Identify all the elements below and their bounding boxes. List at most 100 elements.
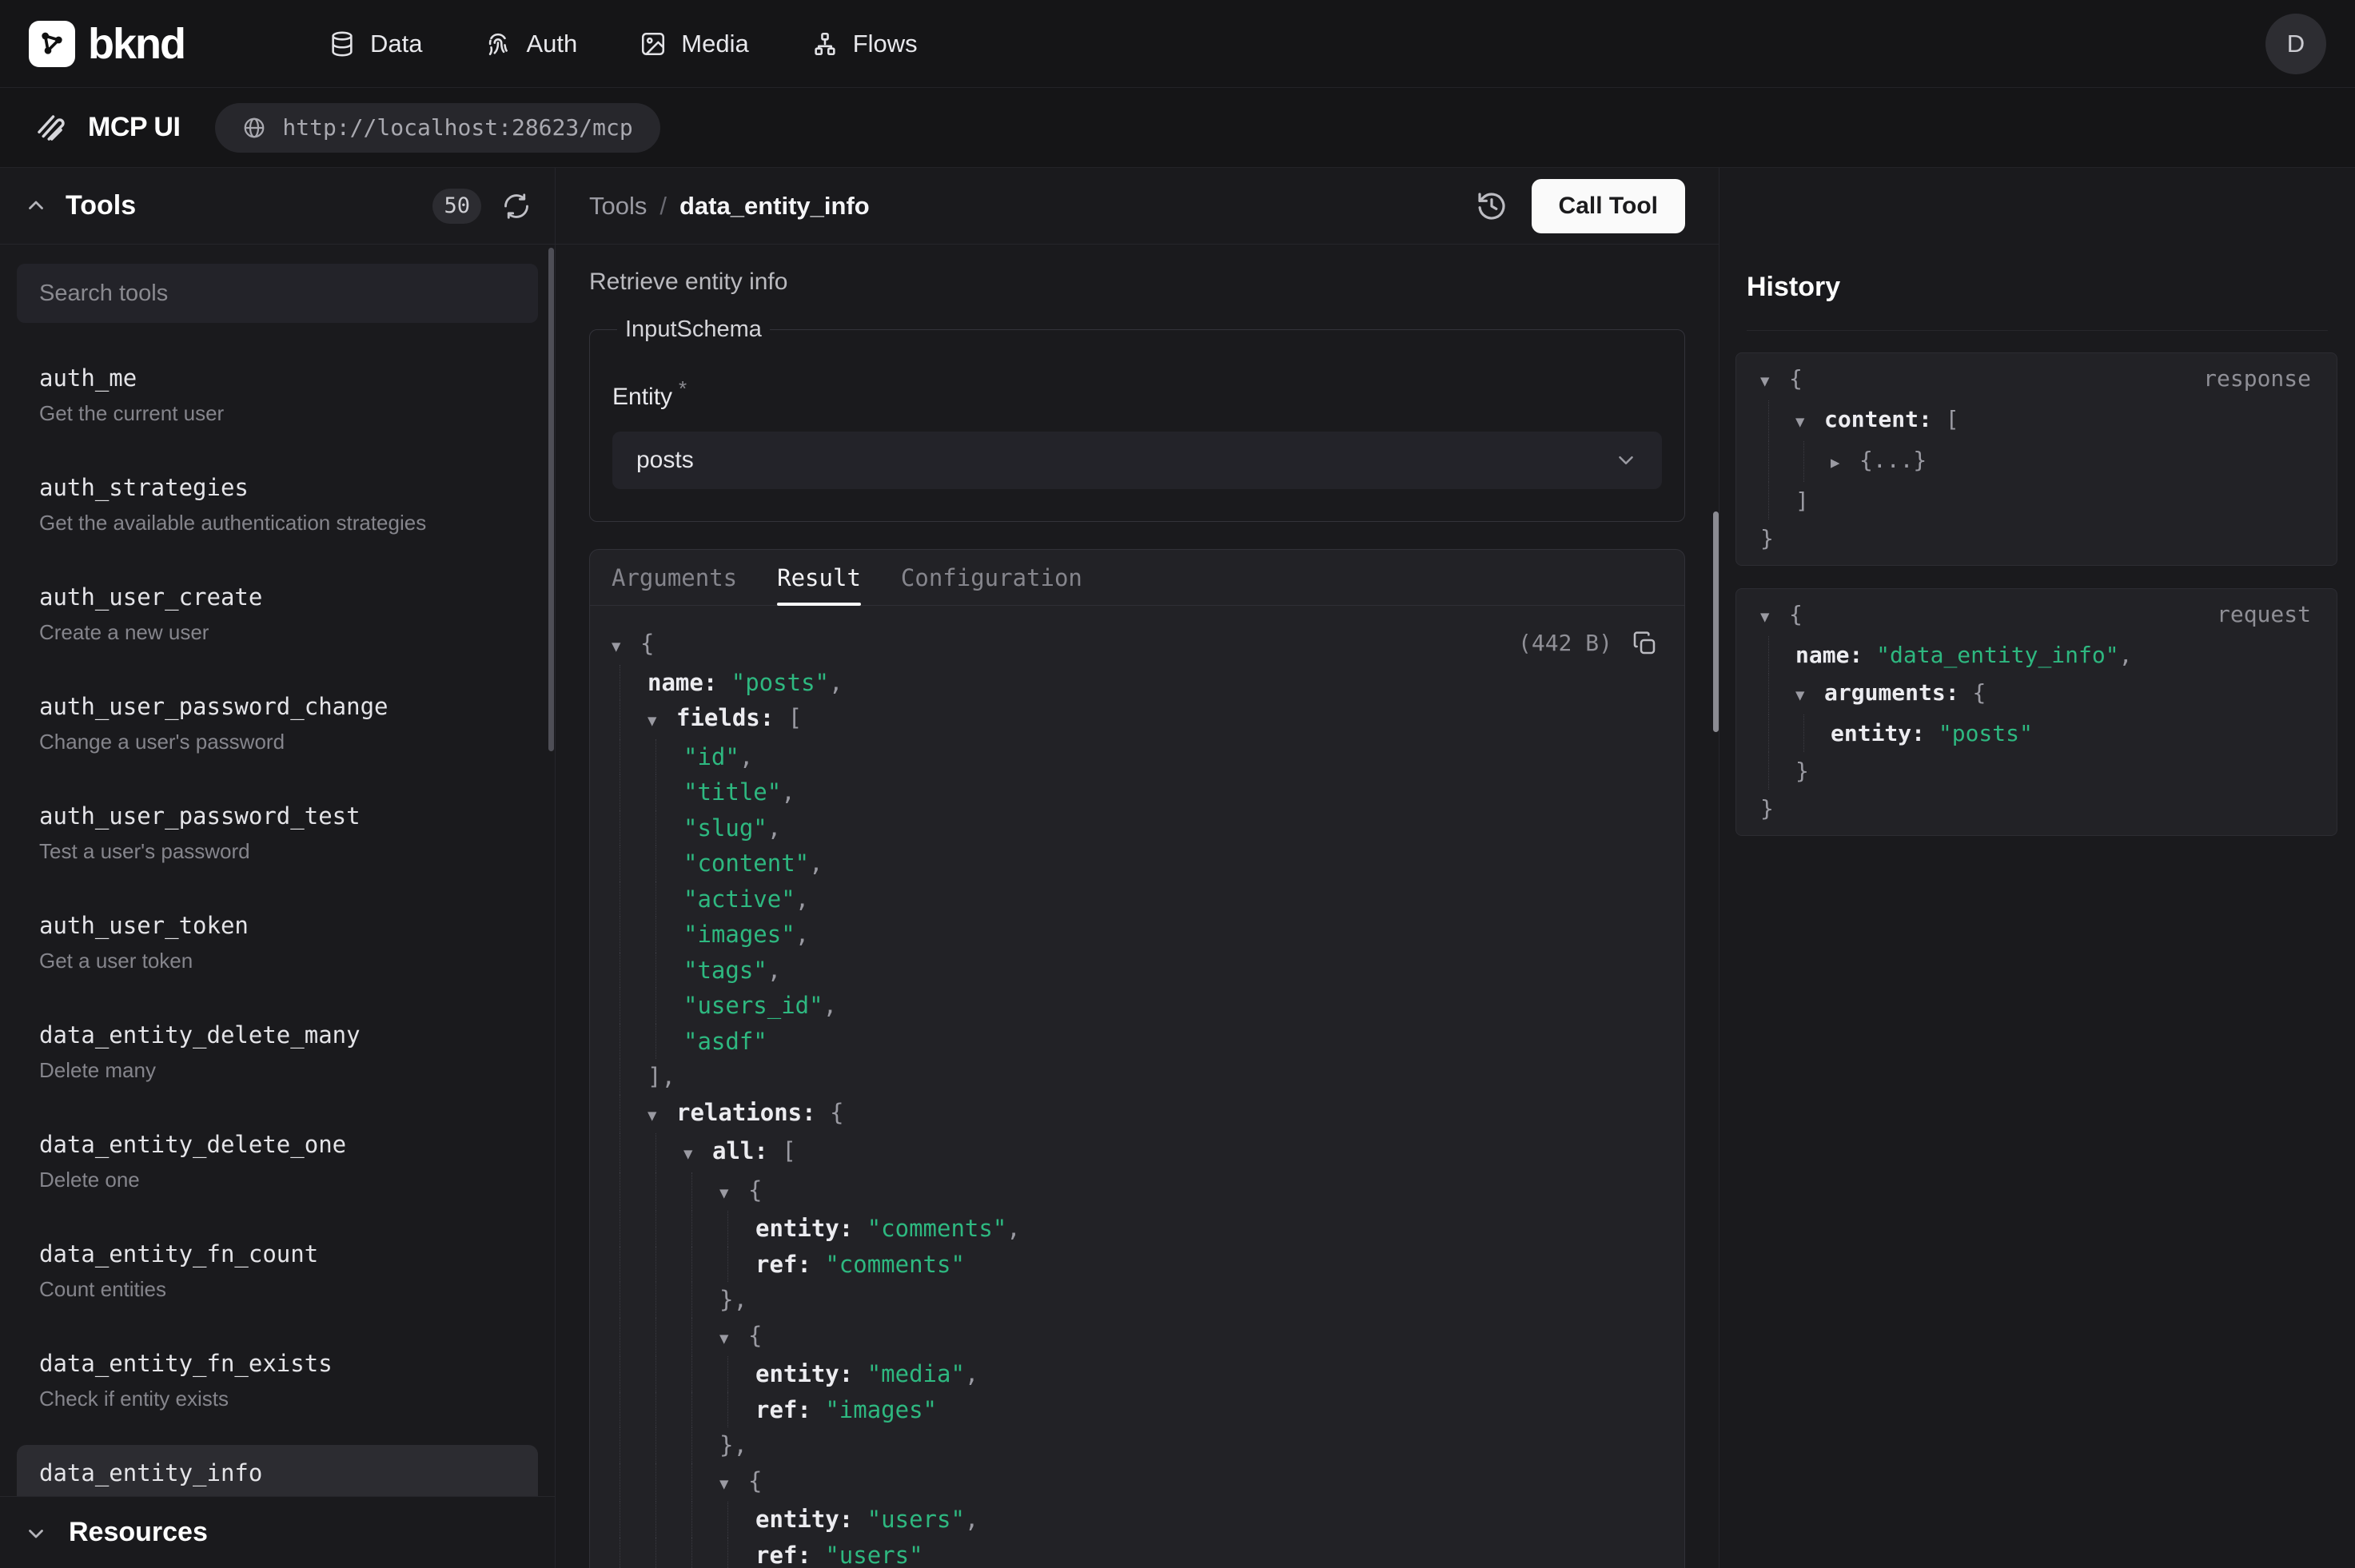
breadcrumb-current: data_entity_info [679, 192, 870, 221]
tool-list-item[interactable]: data_entity_delete_one Delete one [17, 1116, 538, 1208]
tool-list-item[interactable]: auth_user_create Create a new user [17, 569, 538, 661]
resources-section-title: Resources [69, 1517, 208, 1548]
json-line: ▼{ [1736, 595, 2337, 636]
json-line: ▼fields: [ [590, 700, 1684, 739]
user-avatar[interactable]: D [2265, 14, 2326, 74]
collapse-triangle-icon[interactable]: ▼ [719, 1176, 748, 1212]
json-line: ▼{ [590, 626, 1684, 665]
history-entry-response[interactable]: response ▼{▼content: [▶{...}]} [1735, 352, 2337, 566]
nav-item-media[interactable]: Media [640, 30, 748, 58]
globe-icon [242, 116, 266, 140]
json-line: "slug", [590, 810, 1684, 846]
tool-description: Get a user token [39, 949, 516, 973]
tool-name: data_entity_delete_one [39, 1131, 516, 1158]
tool-description: Get the available authentication strateg… [39, 511, 516, 535]
top-navbar: bknd Data Auth Media [0, 0, 2355, 88]
collapse-triangle-icon[interactable]: ▼ [648, 703, 676, 739]
history-entry-request[interactable]: request ▼{name: "data_entity_info",▼argu… [1735, 588, 2337, 836]
tool-detail-panel: Tools / data_entity_info Call Tool Retri… [556, 168, 1719, 1568]
nav-item-label: Auth [526, 30, 577, 58]
tool-list-item[interactable]: data_entity_info Retrieve entity info [17, 1445, 538, 1496]
tab-result[interactable]: Result [777, 550, 861, 605]
entity-select[interactable]: posts [612, 432, 1662, 489]
call-tool-button[interactable]: Call Tool [1532, 179, 1685, 233]
mcp-icon [34, 111, 67, 145]
collapse-triangle-icon[interactable]: ▼ [612, 629, 640, 665]
json-line: ▼{ [1736, 360, 2337, 400]
json-line: "id", [590, 739, 1684, 775]
json-line: entity: "comments", [590, 1211, 1684, 1247]
nav-item-data[interactable]: Data [329, 30, 422, 58]
resources-section-header[interactable]: Resources [0, 1496, 555, 1568]
search-input[interactable] [17, 264, 538, 323]
collapse-triangle-icon[interactable]: ▼ [1760, 599, 1789, 636]
page-title: MCP UI [88, 112, 180, 143]
nav-item-label: Data [370, 30, 422, 58]
collapse-triangle-icon[interactable]: ▼ [1760, 363, 1789, 400]
breadcrumb-separator: / [659, 192, 667, 221]
primary-nav: Data Auth Media Flows [329, 30, 918, 58]
mcp-url-pill[interactable]: http://localhost:28623/mcp [215, 103, 659, 153]
collapse-triangle-icon[interactable]: ▼ [719, 1467, 748, 1502]
bknd-logo-icon [29, 21, 75, 67]
collapse-triangle-icon[interactable]: ▼ [1795, 404, 1824, 441]
tool-description-text: Retrieve entity info [589, 269, 1685, 296]
json-line: ref: "users" [590, 1538, 1684, 1568]
tool-list-item[interactable]: auth_strategies Get the available authen… [17, 460, 538, 551]
history-title: History [1747, 272, 2328, 303]
input-schema-legend: InputSchema [617, 316, 770, 343]
sidebar-scrollbar-thumb[interactable] [548, 248, 554, 751]
tab-configuration[interactable]: Configuration [901, 550, 1082, 605]
database-icon [329, 30, 356, 58]
breadcrumb-parent[interactable]: Tools [589, 192, 647, 221]
json-line: ▼arguments: { [1736, 674, 2337, 714]
mcp-subheader: MCP UI http://localhost:28623/mcp [0, 88, 2355, 168]
tool-list-item[interactable]: data_entity_delete_many Delete many [17, 1007, 538, 1099]
refresh-icon[interactable] [502, 192, 531, 221]
json-line: ▼{ [590, 1318, 1684, 1357]
tool-list-item[interactable]: auth_me Get the current user [17, 350, 538, 442]
tool-description: Delete one [39, 1168, 516, 1192]
tool-list-item[interactable]: data_entity_fn_exists Check if entity ex… [17, 1335, 538, 1427]
tool-list-item[interactable]: data_entity_fn_count Count entities [17, 1226, 538, 1318]
nav-item-auth[interactable]: Auth [484, 30, 577, 58]
tool-name: auth_strategies [39, 474, 516, 501]
collapse-triangle-icon[interactable]: ▼ [1795, 677, 1824, 714]
nav-item-label: Media [681, 30, 748, 58]
json-line: "title", [590, 774, 1684, 810]
history-clock-icon[interactable] [1476, 190, 1508, 222]
collapse-triangle-icon[interactable]: ▼ [648, 1098, 676, 1134]
tab-arguments[interactable]: Arguments [612, 550, 737, 605]
collapse-triangle-icon[interactable]: ▼ [719, 1321, 748, 1357]
chevron-down-icon[interactable] [24, 1521, 48, 1545]
tools-count-badge: 50 [432, 189, 481, 224]
json-line: "tags", [590, 953, 1684, 989]
main-scrollbar-thumb[interactable] [1713, 511, 1719, 732]
json-line: }, [590, 1427, 1684, 1463]
json-line: ] [1736, 482, 2337, 519]
tool-name: auth_user_password_test [39, 802, 516, 830]
tool-list-item[interactable]: auth_user_password_test Test a user's pa… [17, 788, 538, 880]
tab-bar: Arguments Result Configuration [590, 550, 1684, 606]
json-line: } [1736, 519, 2337, 557]
tool-description: Check if entity exists [39, 1387, 516, 1411]
chevron-down-icon [1614, 448, 1638, 472]
json-line: }, [590, 1282, 1684, 1318]
expand-triangle-icon[interactable]: ▶ [1831, 444, 1859, 482]
result-json-viewer: (442 B) ▼{name: "posts",▼fields: ["id","… [590, 606, 1684, 1568]
tools-section-title: Tools [66, 190, 136, 221]
nav-item-flows[interactable]: Flows [811, 30, 918, 58]
chevron-up-icon[interactable] [24, 194, 48, 218]
tool-description: Delete many [39, 1058, 516, 1083]
brand-logo[interactable]: bknd [29, 19, 185, 69]
collapse-triangle-icon[interactable]: ▼ [683, 1136, 712, 1172]
entity-field-label: Entity* [612, 376, 1662, 411]
workflow-icon [811, 30, 839, 58]
mcp-url: http://localhost:28623/mcp [282, 114, 632, 141]
tool-list-item[interactable]: auth_user_token Get a user token [17, 897, 538, 989]
tool-description: Get the current user [39, 401, 516, 426]
tool-list-item[interactable]: auth_user_password_change Change a user'… [17, 679, 538, 770]
tool-list: auth_me Get the current user auth_strate… [17, 350, 538, 1496]
tool-detail-body: Retrieve entity info InputSchema Entity*… [556, 245, 1719, 1568]
json-line: ▼content: [ [1736, 400, 2337, 441]
